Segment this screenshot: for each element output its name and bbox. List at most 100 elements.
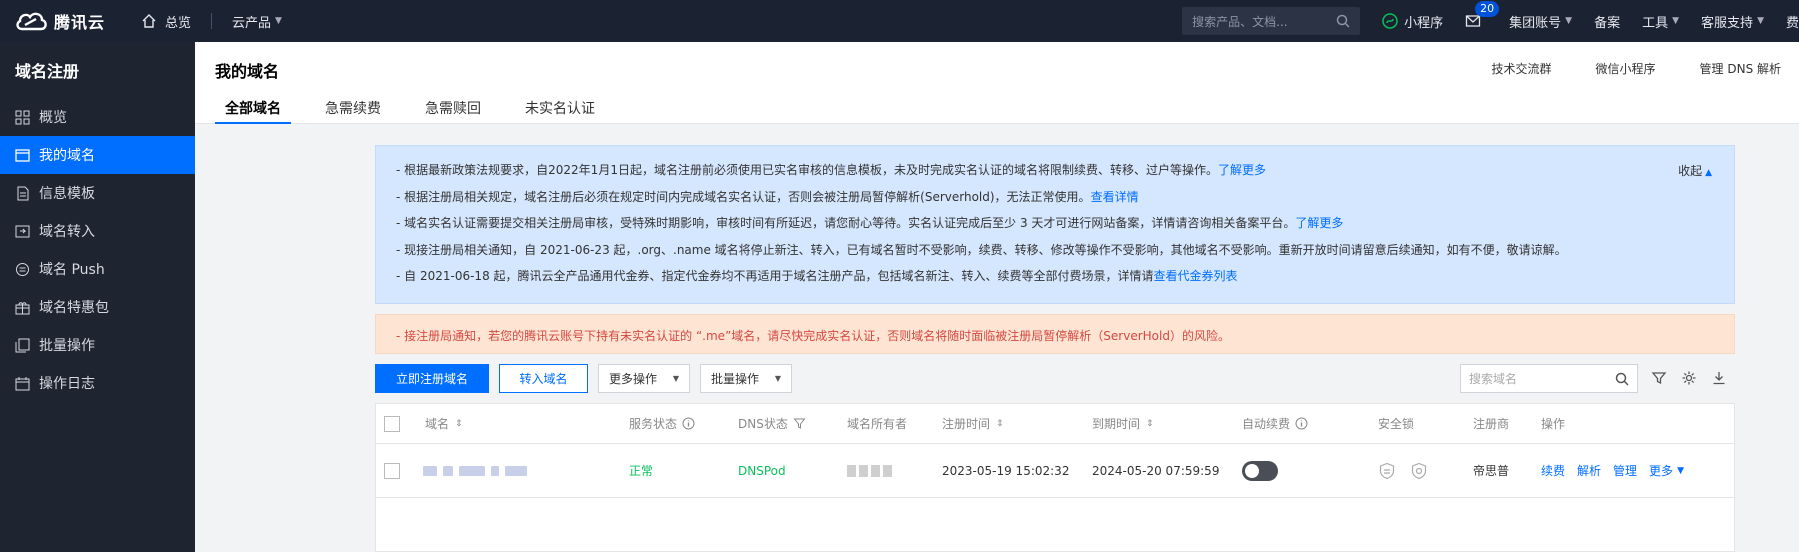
tab-redeem-urgent[interactable]: 急需赎回 <box>415 98 491 124</box>
register-domain-button[interactable]: 立即注册域名 <box>375 364 489 393</box>
policy-notice: 收起 ▲ - 根据最新政策法规要求，自2022年1月1日起，域名注册前必须使用已实… <box>375 145 1735 304</box>
sidebar-title: 域名注册 <box>15 62 80 81</box>
column-owner: 域名所有者 <box>847 404 907 443</box>
filter-icon[interactable] <box>1651 370 1667 386</box>
sidebar-item-info-template[interactable]: 信息模板 <box>0 174 195 212</box>
tech-group-link[interactable]: 技术交流群 <box>1492 60 1552 77</box>
learn-more-link[interactable]: 了解更多 <box>1218 163 1266 177</box>
notice-line: - 根据注册局相关规定，域名注册后必须在规定时间内完成域名实名认证，否则会被注册… <box>396 189 1714 216</box>
batch-icon <box>15 338 30 352</box>
global-search-placeholder: 搜索产品、文档... <box>1192 14 1288 29</box>
fee-menu[interactable]: 费 <box>1786 12 1799 31</box>
info-icon[interactable] <box>682 417 695 430</box>
sidebar-item-batch[interactable]: 批量操作 <box>0 326 195 364</box>
notice-text: - 现接注册局相关通知，自 2021-06-23 起，.org、.name 域名… <box>396 242 1567 257</box>
more-ops-dropdown[interactable]: 更多操作 ▼ <box>598 364 690 393</box>
sidebar-item-push[interactable]: 域名 Push <box>0 250 195 288</box>
tools-menu[interactable]: 工具 ▼ <box>1642 12 1679 31</box>
transfer-lock-icon[interactable] <box>1378 462 1396 480</box>
auto-renew-toggle[interactable] <box>1242 444 1278 497</box>
mail-button[interactable]: 20 <box>1465 1 1500 29</box>
sidebar-item-overview[interactable]: 概览 <box>0 98 195 136</box>
filter-icon[interactable] <box>793 417 806 430</box>
select-all-checkbox[interactable] <box>384 415 400 432</box>
group-account-menu[interactable]: 集团账号 ▼ <box>1509 12 1572 31</box>
toggle-knob <box>1245 463 1259 478</box>
info-icon[interactable] <box>1295 417 1308 430</box>
top-bar: 腾讯云 总览 云产品 ▼ 搜索产品、文档... 小程序 20 集团账号 ▼ 备案… <box>0 0 1799 42</box>
dns-resolve-link[interactable]: 解析 <box>1577 462 1601 479</box>
page-header: 我的域名 技术交流群 微信小程序 管理 DNS 解析 全部域名 急需续费 急需赎… <box>195 42 1799 124</box>
security-lock-icons <box>1378 444 1428 497</box>
notice-text: - 域名实名认证需要提交相关注册局审核，受特殊时期影响，审核时间有所延迟，请您耐… <box>396 216 1296 230</box>
search-icon[interactable] <box>1615 372 1629 386</box>
sidebar-item-my-domains[interactable]: 我的域名 <box>0 136 195 174</box>
notice-line: - 自 2021-06-18 起，腾讯云全产品通用代金券、指定代金券均不再适用于… <box>396 268 1714 295</box>
renew-link[interactable]: 续费 <box>1541 462 1565 479</box>
sort-icon[interactable]: ⇕ <box>996 419 1004 429</box>
miniprogram-link[interactable]: 小程序 <box>1382 12 1443 31</box>
sidebar: 域名注册 概览 我的域名 信息模板 域名转入 域名 Push 域名特惠包 批量操… <box>0 42 195 552</box>
cloud-logo-icon <box>16 12 47 31</box>
expire-time-value: 2024-05-20 07:59:59 <box>1092 463 1220 478</box>
voucher-list-link[interactable]: 查看代金券列表 <box>1154 269 1238 283</box>
tab-renew-urgent[interactable]: 急需续费 <box>315 98 391 124</box>
chevron-down-icon: ▼ <box>1565 16 1573 26</box>
manage-link[interactable]: 管理 <box>1613 462 1637 479</box>
sort-icon[interactable]: ⇕ <box>455 419 463 429</box>
more-actions-link[interactable]: 更多 <box>1649 462 1673 479</box>
search-icon[interactable] <box>1336 14 1350 28</box>
transfer-domain-button[interactable]: 转入域名 <box>499 364 588 393</box>
sidebar-item-package[interactable]: 域名特惠包 <box>0 288 195 326</box>
toggle-switch[interactable] <box>1242 460 1278 481</box>
domain-name-link[interactable] <box>423 444 527 497</box>
products-menu[interactable]: 云产品 ▼ <box>232 12 282 31</box>
wechat-miniprogram-link[interactable]: 微信小程序 <box>1596 60 1656 77</box>
manage-dns-link[interactable]: 管理 DNS 解析 <box>1700 60 1781 77</box>
column-security-lock: 安全锁 <box>1378 404 1414 443</box>
tab-unverified[interactable]: 未实名认证 <box>515 98 605 124</box>
more-ops-label: 更多操作 <box>609 372 658 386</box>
beian-link[interactable]: 备案 <box>1594 12 1620 31</box>
update-lock-icon[interactable] <box>1410 462 1428 480</box>
learn-more-link[interactable]: 了解更多 <box>1295 216 1343 230</box>
sidebar-item-label: 域名 Push <box>39 262 105 278</box>
package-icon <box>15 301 30 314</box>
collapse-button[interactable]: 收起 ▲ <box>1678 162 1712 179</box>
overview-link[interactable]: 总览 <box>141 12 191 31</box>
collapse-label: 收起 <box>1678 164 1703 178</box>
miniprogram-label: 小程序 <box>1404 15 1444 31</box>
service-status-value: 正常 <box>629 464 654 478</box>
batch-ops-dropdown[interactable]: 批量操作 ▼ <box>700 364 792 393</box>
sidebar-item-transfer-in[interactable]: 域名转入 <box>0 212 195 250</box>
caret-down-icon: ▼ <box>672 374 679 383</box>
overview-label: 总览 <box>165 15 192 31</box>
column-expire-time[interactable]: 到期时间 ⇕ <box>1092 404 1154 443</box>
group-account-label: 集团账号 <box>1509 15 1562 31</box>
window-icon <box>15 148 30 162</box>
download-icon[interactable] <box>1711 370 1727 386</box>
tab-all-domains[interactable]: 全部域名 <box>215 98 291 124</box>
dns-status-value[interactable]: DNSPod <box>738 444 786 497</box>
sidebar-item-log[interactable]: 操作日志 <box>0 364 195 402</box>
global-search-input[interactable]: 搜索产品、文档... <box>1182 7 1361 35</box>
products-label: 云产品 <box>232 15 272 31</box>
sidebar-item-label: 批量操作 <box>39 338 95 354</box>
row-checkbox[interactable] <box>384 462 400 479</box>
beian-label: 备案 <box>1594 15 1621 31</box>
sidebar-item-label: 域名特惠包 <box>39 300 109 316</box>
sort-icon[interactable]: ⇕ <box>1146 419 1154 429</box>
column-registrar: 注册商 <box>1473 404 1509 443</box>
support-menu[interactable]: 客服支持 ▼ <box>1701 12 1764 31</box>
column-register-time[interactable]: 注册时间 ⇕ <box>942 404 1004 443</box>
gear-icon[interactable] <box>1681 370 1697 386</box>
tencent-cloud-logo[interactable]: 腾讯云 <box>14 0 105 42</box>
column-domain[interactable]: 域名 ⇕ <box>425 404 463 443</box>
caret-down-icon[interactable]: ▼ <box>1677 466 1684 476</box>
view-details-link[interactable]: 查看详情 <box>1091 190 1139 204</box>
caret-down-icon: ▼ <box>774 374 781 383</box>
column-label: DNS状态 <box>738 417 788 431</box>
chevron-up-icon: ▲ <box>1705 168 1712 178</box>
brand-name: 腾讯云 <box>54 13 106 32</box>
domain-search-input[interactable]: 搜索域名 <box>1460 364 1638 393</box>
